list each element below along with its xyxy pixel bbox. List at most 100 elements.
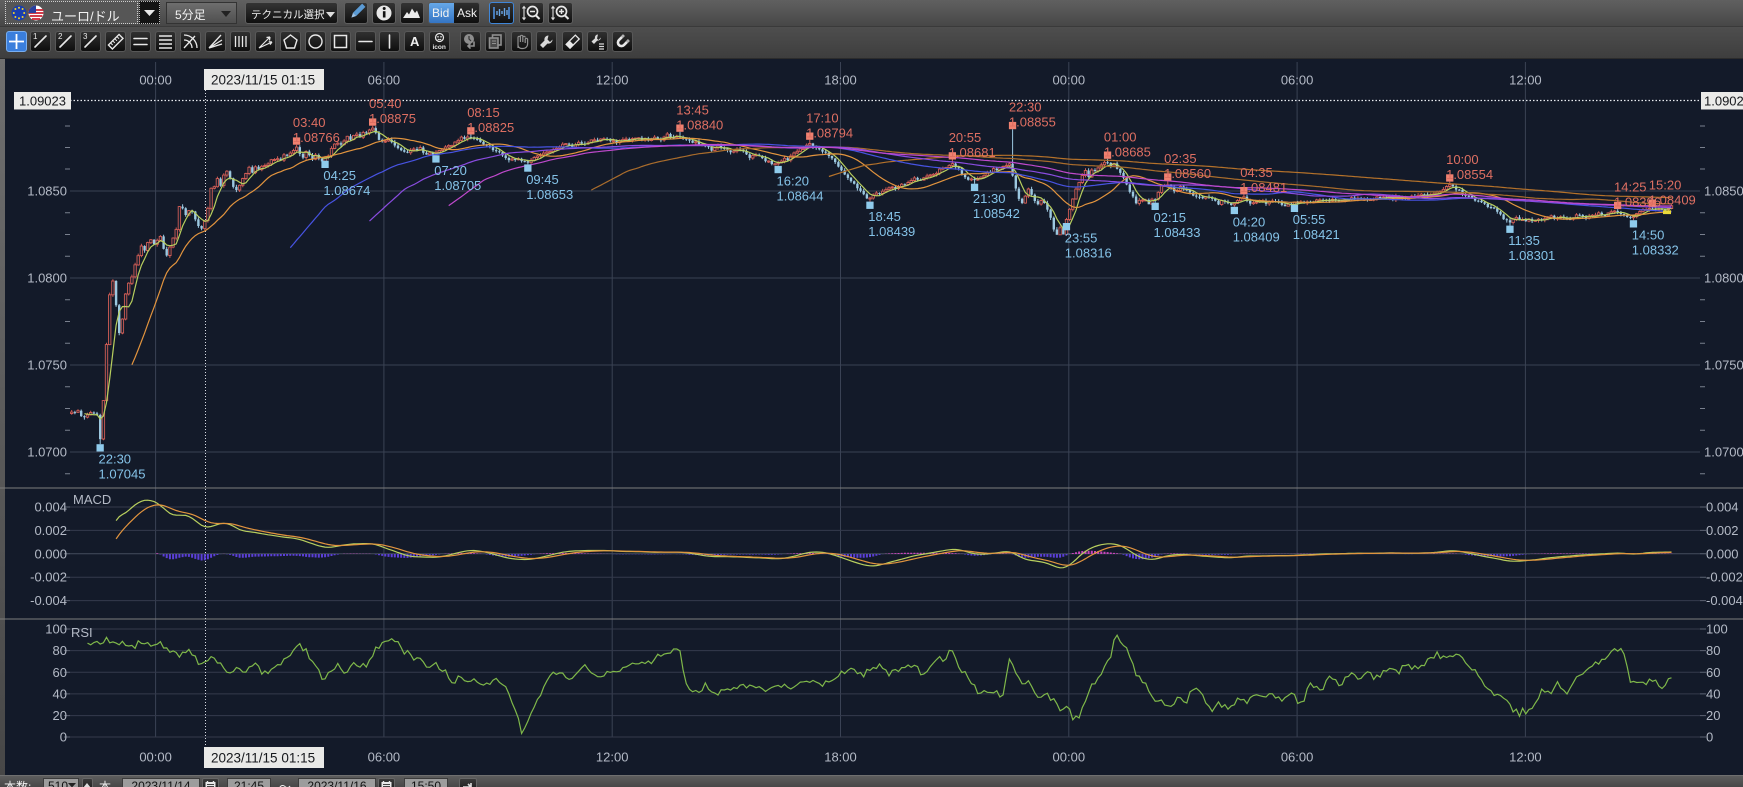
svg-text:04:35: 04:35 <box>1240 165 1273 180</box>
svg-text:21:30: 21:30 <box>973 191 1006 206</box>
svg-text:14:25: 14:25 <box>1614 180 1647 195</box>
svg-text:20: 20 <box>1706 708 1720 723</box>
svg-text:60: 60 <box>1706 665 1720 680</box>
svg-text:12:00: 12:00 <box>1509 750 1542 765</box>
svg-text:60: 60 <box>53 665 67 680</box>
svg-text:0.004: 0.004 <box>1706 500 1739 515</box>
svg-text:80: 80 <box>1706 643 1720 658</box>
svg-text:06:00: 06:00 <box>1281 750 1314 765</box>
svg-text:1.0750: 1.0750 <box>1704 358 1743 373</box>
svg-text:1.08855: 1.08855 <box>1009 115 1056 130</box>
svg-text:1.0800: 1.0800 <box>27 271 67 286</box>
svg-text:-0.004: -0.004 <box>1706 593 1743 608</box>
svg-text:1.08825: 1.08825 <box>467 120 514 135</box>
svg-text:06:00: 06:00 <box>368 750 401 765</box>
svg-text:12:00: 12:00 <box>1509 73 1542 88</box>
svg-text:A: A <box>410 34 420 49</box>
svg-text:0.002: 0.002 <box>34 523 67 538</box>
svg-text:100: 100 <box>1706 622 1728 637</box>
svg-text:07:20: 07:20 <box>434 163 467 178</box>
svg-text:1.0750: 1.0750 <box>27 358 67 373</box>
svg-text:00:00: 00:00 <box>139 73 172 88</box>
svg-text:11:35: 11:35 <box>1508 233 1540 248</box>
svg-text:05:55: 05:55 <box>1293 212 1326 227</box>
svg-text:02:15: 02:15 <box>1154 210 1187 225</box>
svg-text:RSI: RSI <box>71 625 93 640</box>
svg-text:1.08705: 1.08705 <box>434 178 481 193</box>
svg-text:20:55: 20:55 <box>949 130 982 145</box>
svg-text:12:00: 12:00 <box>596 750 629 765</box>
svg-text:06:00: 06:00 <box>1281 73 1314 88</box>
svg-text:-0.002: -0.002 <box>30 570 67 585</box>
svg-text:1.08439: 1.08439 <box>868 224 915 239</box>
svg-text:1.08560: 1.08560 <box>1164 166 1211 181</box>
svg-text:1.08481: 1.08481 <box>1240 180 1287 195</box>
svg-text:14:50: 14:50 <box>1632 228 1665 243</box>
svg-text:04:20: 04:20 <box>1233 214 1266 229</box>
svg-text:1.08409: 1.08409 <box>1649 192 1696 207</box>
svg-text:1.0850: 1.0850 <box>1704 184 1743 199</box>
svg-text:-0.004: -0.004 <box>30 593 67 608</box>
svg-text:icon: icon <box>433 44 446 51</box>
svg-text:80: 80 <box>53 643 67 658</box>
svg-text:-0.002: -0.002 <box>1706 570 1743 585</box>
svg-text:22:30: 22:30 <box>1009 100 1042 115</box>
svg-text:03:40: 03:40 <box>293 115 326 130</box>
svg-text:1.08653: 1.08653 <box>526 187 573 202</box>
svg-text:02:35: 02:35 <box>1164 151 1197 166</box>
svg-text:MACD: MACD <box>73 492 111 507</box>
svg-text:1.08542: 1.08542 <box>973 206 1020 221</box>
svg-text:05:40: 05:40 <box>369 96 402 111</box>
svg-text:1.09023: 1.09023 <box>19 94 66 109</box>
svg-text:40: 40 <box>1706 686 1720 701</box>
svg-text:1.08681: 1.08681 <box>949 145 996 160</box>
svg-text:1.08554: 1.08554 <box>1446 167 1493 182</box>
svg-text:1.08332: 1.08332 <box>1632 243 1679 258</box>
svg-text:1.08409: 1.08409 <box>1233 229 1280 244</box>
svg-text:2023/11/15 01:15: 2023/11/15 01:15 <box>211 73 315 88</box>
svg-text:1: 1 <box>33 32 38 41</box>
svg-text:22:30: 22:30 <box>99 452 132 467</box>
svg-text:10:00: 10:00 <box>1446 152 1479 167</box>
svg-text:100: 100 <box>45 622 67 637</box>
svg-text:1.0850: 1.0850 <box>27 184 67 199</box>
svg-text:00:00: 00:00 <box>139 750 172 765</box>
svg-text:0.002: 0.002 <box>1706 523 1739 538</box>
svg-text:06:00: 06:00 <box>368 73 401 88</box>
svg-text:1.08316: 1.08316 <box>1065 246 1112 261</box>
svg-text:01:00: 01:00 <box>1104 129 1137 144</box>
svg-text:12:00: 12:00 <box>596 73 629 88</box>
svg-text:04:25: 04:25 <box>323 168 356 183</box>
svg-text:1.08421: 1.08421 <box>1293 227 1340 242</box>
svg-text:18:00: 18:00 <box>824 73 857 88</box>
svg-text:18:45: 18:45 <box>868 209 901 224</box>
svg-text:2023/11/15 01:15: 2023/11/15 01:15 <box>211 751 315 766</box>
svg-text:0.004: 0.004 <box>34 500 67 515</box>
svg-text:0: 0 <box>60 730 67 745</box>
svg-text:1.0700: 1.0700 <box>1704 445 1743 460</box>
svg-text:1.08301: 1.08301 <box>1508 248 1555 263</box>
svg-text:1.08875: 1.08875 <box>369 111 416 126</box>
svg-text:1.08766: 1.08766 <box>293 130 340 145</box>
svg-text:00:00: 00:00 <box>1053 73 1086 88</box>
svg-text:3: 3 <box>83 32 88 41</box>
svg-text:2: 2 <box>58 32 63 41</box>
svg-text:0.000: 0.000 <box>34 546 67 561</box>
svg-text:20: 20 <box>53 708 67 723</box>
svg-text:16:20: 16:20 <box>777 173 810 188</box>
svg-text:00:00: 00:00 <box>1053 750 1086 765</box>
svg-text:1.08644: 1.08644 <box>777 188 824 203</box>
svg-text:1.0902: 1.0902 <box>1704 94 1743 109</box>
svg-text:09:45: 09:45 <box>526 172 559 187</box>
svg-text:1.07045: 1.07045 <box>99 467 146 482</box>
svg-text:1.08794: 1.08794 <box>806 125 853 140</box>
svg-text:15:20: 15:20 <box>1649 177 1682 192</box>
svg-text:08:15: 08:15 <box>467 105 500 120</box>
svg-text:1.08840: 1.08840 <box>676 117 723 132</box>
svg-text:40: 40 <box>53 686 67 701</box>
svg-text:1.08674: 1.08674 <box>323 183 370 198</box>
svg-text:18:00: 18:00 <box>824 750 857 765</box>
svg-text:0: 0 <box>1706 730 1713 745</box>
svg-text:23:55: 23:55 <box>1065 231 1098 246</box>
svg-text:17:10: 17:10 <box>806 110 839 125</box>
